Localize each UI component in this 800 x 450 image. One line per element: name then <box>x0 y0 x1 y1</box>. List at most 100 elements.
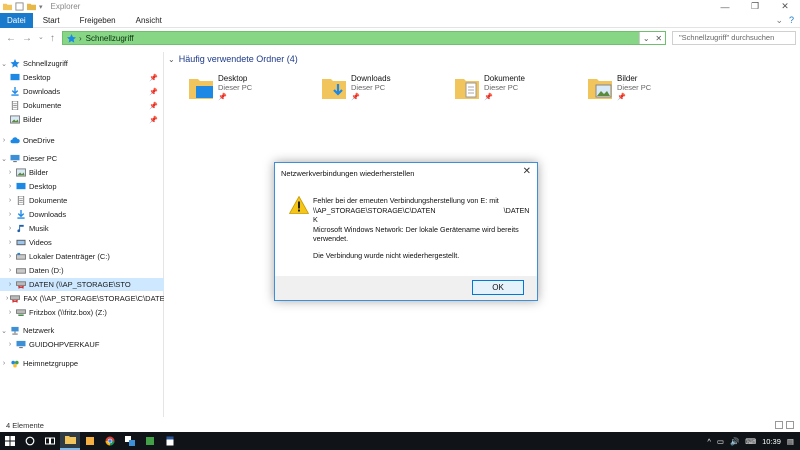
tab-freigeben[interactable]: Freigeben <box>70 13 126 28</box>
sidebar-item-drive-d[interactable]: › Daten (D:) <box>0 264 164 277</box>
tray-overflow-icon[interactable]: ^ <box>707 437 711 446</box>
cortana-button[interactable] <box>20 432 40 450</box>
sidebar-item-label: Netzwerk <box>23 326 55 335</box>
pin-icon[interactable]: 📌 <box>149 74 158 82</box>
address-bar[interactable]: › Schnellzugriff ⌄ ✕ <box>62 31 666 45</box>
app-windows-icon <box>125 436 135 446</box>
folder-tile-dokumente[interactable]: Dokumente Dieser PC 📌 <box>436 72 566 116</box>
up-button[interactable]: ↑ <box>50 33 55 44</box>
ribbon-tabs: Datei Start Freigeben Ansicht ⌄ ? <box>0 12 800 28</box>
sidebar-item-fax-network[interactable]: › FAX (\\AP_STORAGE\STORAGE\C\DATEN\ <box>0 292 164 305</box>
expand-chevron-icon[interactable]: › <box>6 183 14 190</box>
sidebar-item-daten-network[interactable]: › DATEN (\\AP_STORAGE\STO <box>0 278 164 291</box>
forward-button[interactable]: → <box>22 33 32 44</box>
collapse-chevron-icon[interactable]: ⌄ <box>0 155 8 163</box>
frequent-folders-group-header[interactable]: ⌄ Häufig verwendete Ordner (4) <box>168 52 298 66</box>
expand-chevron-icon[interactable]: › <box>6 341 14 348</box>
collapse-group-icon[interactable]: ⌄ <box>168 55 175 64</box>
expand-chevron-icon[interactable]: › <box>6 225 14 232</box>
collapse-chevron-icon[interactable]: ⌄ <box>0 327 8 335</box>
start-button[interactable] <box>0 432 20 450</box>
dialog-footer: OK <box>275 276 537 300</box>
quick-access-dropdown-icon[interactable]: ▾ <box>39 3 43 11</box>
sidebar-item-netzwerk[interactable]: ⌄ Netzwerk <box>0 324 164 337</box>
ok-button[interactable]: OK <box>472 280 524 295</box>
breadcrumb-schnellzugriff[interactable]: Schnellzugriff <box>86 34 134 43</box>
sidebar-item-downloads[interactable]: Downloads 📌 <box>0 85 164 98</box>
tab-start[interactable]: Start <box>33 13 70 28</box>
sidebar-item-dieser-pc[interactable]: ⌄ Dieser PC <box>0 152 164 165</box>
sidebar-item-desktop[interactable]: Desktop 📌 <box>0 71 164 84</box>
taskbar-app-green[interactable] <box>140 432 160 450</box>
sidebar-item-pc-desktop[interactable]: › Desktop <box>0 180 164 193</box>
sidebar-item-label: Dokumente <box>23 101 62 110</box>
expand-chevron-icon[interactable]: › <box>6 253 14 260</box>
sidebar-item-label: FAX (\\AP_STORAGE\STORAGE\C\DATEN\ <box>23 294 164 303</box>
expand-chevron-icon[interactable]: › <box>6 197 14 204</box>
taskbar-file-explorer[interactable] <box>60 432 80 450</box>
expand-chevron-icon[interactable]: › <box>0 360 8 367</box>
search-input[interactable]: "Schnellzugriff" durchsuchen <box>672 31 796 45</box>
folder-tile-bilder[interactable]: Bilder Dieser PC 📌 <box>569 72 699 116</box>
help-icon[interactable]: ? <box>789 15 794 26</box>
dialog-close-button[interactable]: ✕ <box>523 166 531 177</box>
address-dropdown-icon[interactable]: ⌄ <box>643 34 650 43</box>
recent-locations-icon[interactable]: ⌄ <box>38 33 44 44</box>
pin-icon[interactable]: 📌 <box>149 88 158 96</box>
sidebar-item-fritzbox[interactable]: › Fritzbox (\\fritz.box) (Z:) <box>0 306 164 319</box>
reconnect-dialog: Netzwerkverbindungen wiederherstellen ✕ … <box>274 162 538 301</box>
clear-address-icon[interactable]: ✕ <box>655 34 662 43</box>
collapse-chevron-icon[interactable]: ⌄ <box>0 60 8 68</box>
expand-chevron-icon[interactable]: › <box>6 169 14 176</box>
pin-icon[interactable]: 📌 <box>149 116 158 124</box>
minimize-button[interactable]: — <box>710 0 740 13</box>
input-language-icon[interactable]: ⌨ <box>745 437 756 446</box>
back-button[interactable]: ← <box>6 33 16 44</box>
sidebar-item-pc-downloads[interactable]: › Downloads <box>0 208 164 221</box>
sidebar-item-guidohpverkauf[interactable]: › GUIDOHPVERKAUF <box>0 338 164 351</box>
pin-icon: 📌 <box>351 94 360 101</box>
close-button[interactable]: ✕ <box>770 0 800 13</box>
volume-icon[interactable]: 🔊 <box>730 437 739 446</box>
new-folder-icon[interactable] <box>27 2 36 11</box>
action-center-icon[interactable]: ▤ <box>787 437 794 446</box>
folder-tile-desktop[interactable]: Desktop Dieser PC 📌 <box>170 72 300 116</box>
expand-chevron-icon[interactable]: › <box>6 239 14 246</box>
drive-icon <box>16 252 26 260</box>
tab-ansicht[interactable]: Ansicht <box>126 13 172 28</box>
network-icon <box>11 326 19 335</box>
sidebar-item-schnellzugriff[interactable]: ⌄ Schnellzugriff <box>0 57 164 70</box>
taskbar-app-windows[interactable] <box>120 432 140 450</box>
expand-chevron-icon[interactable]: › <box>6 281 14 288</box>
folder-name: Desktop <box>218 74 248 83</box>
taskbar-app-document[interactable] <box>160 432 180 450</box>
sidebar-item-pc-musik[interactable]: › Musik <box>0 222 164 235</box>
sidebar-item-dokumente[interactable]: Dokumente 📌 <box>0 99 164 112</box>
sidebar-item-heimnetzgruppe[interactable]: › Heimnetzgruppe <box>0 357 164 370</box>
sidebar-item-pc-bilder[interactable]: › Bilder <box>0 166 164 179</box>
task-view-button[interactable] <box>40 432 60 450</box>
folder-tile-downloads[interactable]: Downloads Dieser PC 📌 <box>303 72 433 116</box>
sidebar-item-onedrive[interactable]: › OneDrive <box>0 134 164 147</box>
taskbar-chrome[interactable] <box>100 432 120 450</box>
properties-icon[interactable] <box>15 2 24 11</box>
sidebar-item-pc-videos[interactable]: › Videos <box>0 236 164 249</box>
pin-icon[interactable]: 📌 <box>149 102 158 110</box>
sidebar-item-drive-c[interactable]: › Lokaler Datenträger (C:) <box>0 250 164 263</box>
sidebar-item-bilder[interactable]: Bilder 📌 <box>0 113 164 126</box>
expand-chevron-icon[interactable]: › <box>6 295 8 302</box>
expand-chevron-icon[interactable]: › <box>6 267 14 274</box>
maximize-button[interactable]: ❐ <box>740 0 770 13</box>
expand-chevron-icon[interactable]: › <box>6 309 14 316</box>
network-status-icon[interactable]: ▭ <box>717 437 724 446</box>
tab-datei[interactable]: Datei <box>0 12 33 28</box>
details-view-icon[interactable] <box>775 421 783 429</box>
expand-chevron-icon[interactable]: › <box>6 211 14 218</box>
expand-chevron-icon[interactable]: › <box>0 137 8 144</box>
taskbar-app-yellow[interactable] <box>80 432 100 450</box>
music-icon <box>17 224 24 233</box>
large-icons-view-icon[interactable] <box>786 421 794 429</box>
clock[interactable]: 10:39 <box>762 437 781 446</box>
sidebar-item-pc-dokumente[interactable]: › Dokumente <box>0 194 164 207</box>
expand-ribbon-icon[interactable]: ⌄ <box>775 15 783 26</box>
